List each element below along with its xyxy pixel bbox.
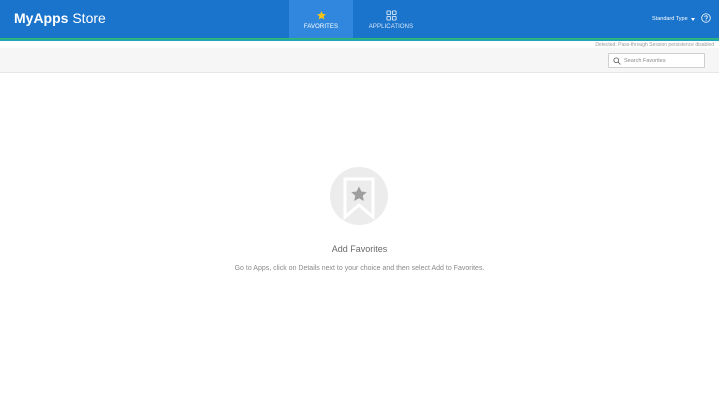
empty-state-title: Add Favorites	[331, 244, 388, 254]
tab-favorites-label: FAVORITES	[303, 24, 339, 30]
search-box[interactable]	[608, 53, 705, 68]
empty-state-description: Go to Apps, click on Details next to you…	[234, 265, 485, 272]
chevron-down-icon	[690, 17, 695, 21]
help-icon[interactable]	[701, 13, 711, 23]
brand-suffix: Store	[72, 10, 106, 26]
search-icon	[613, 56, 621, 65]
brand-name: MyApps	[14, 10, 69, 26]
toolbar	[0, 48, 719, 73]
user-name: Standard Type	[652, 16, 688, 22]
tab-applications[interactable]: APPLICATIONS	[358, 0, 424, 38]
app-brand[interactable]: MyApps Store	[14, 10, 106, 27]
top-bar: MyApps Store FAVORITES APPLICATIONS Stan…	[0, 0, 719, 38]
star-icon	[316, 11, 326, 20]
search-input[interactable]	[624, 57, 704, 64]
user-menu[interactable]: Standard Type	[652, 16, 695, 22]
empty-state-illustration	[330, 167, 388, 225]
tab-applications-label: APPLICATIONS	[368, 24, 414, 30]
bookmark-star-icon	[343, 177, 375, 221]
tab-favorites[interactable]: FAVORITES	[289, 0, 353, 38]
header-accent-stripe	[0, 38, 719, 41]
grid-icon	[385, 10, 397, 21]
